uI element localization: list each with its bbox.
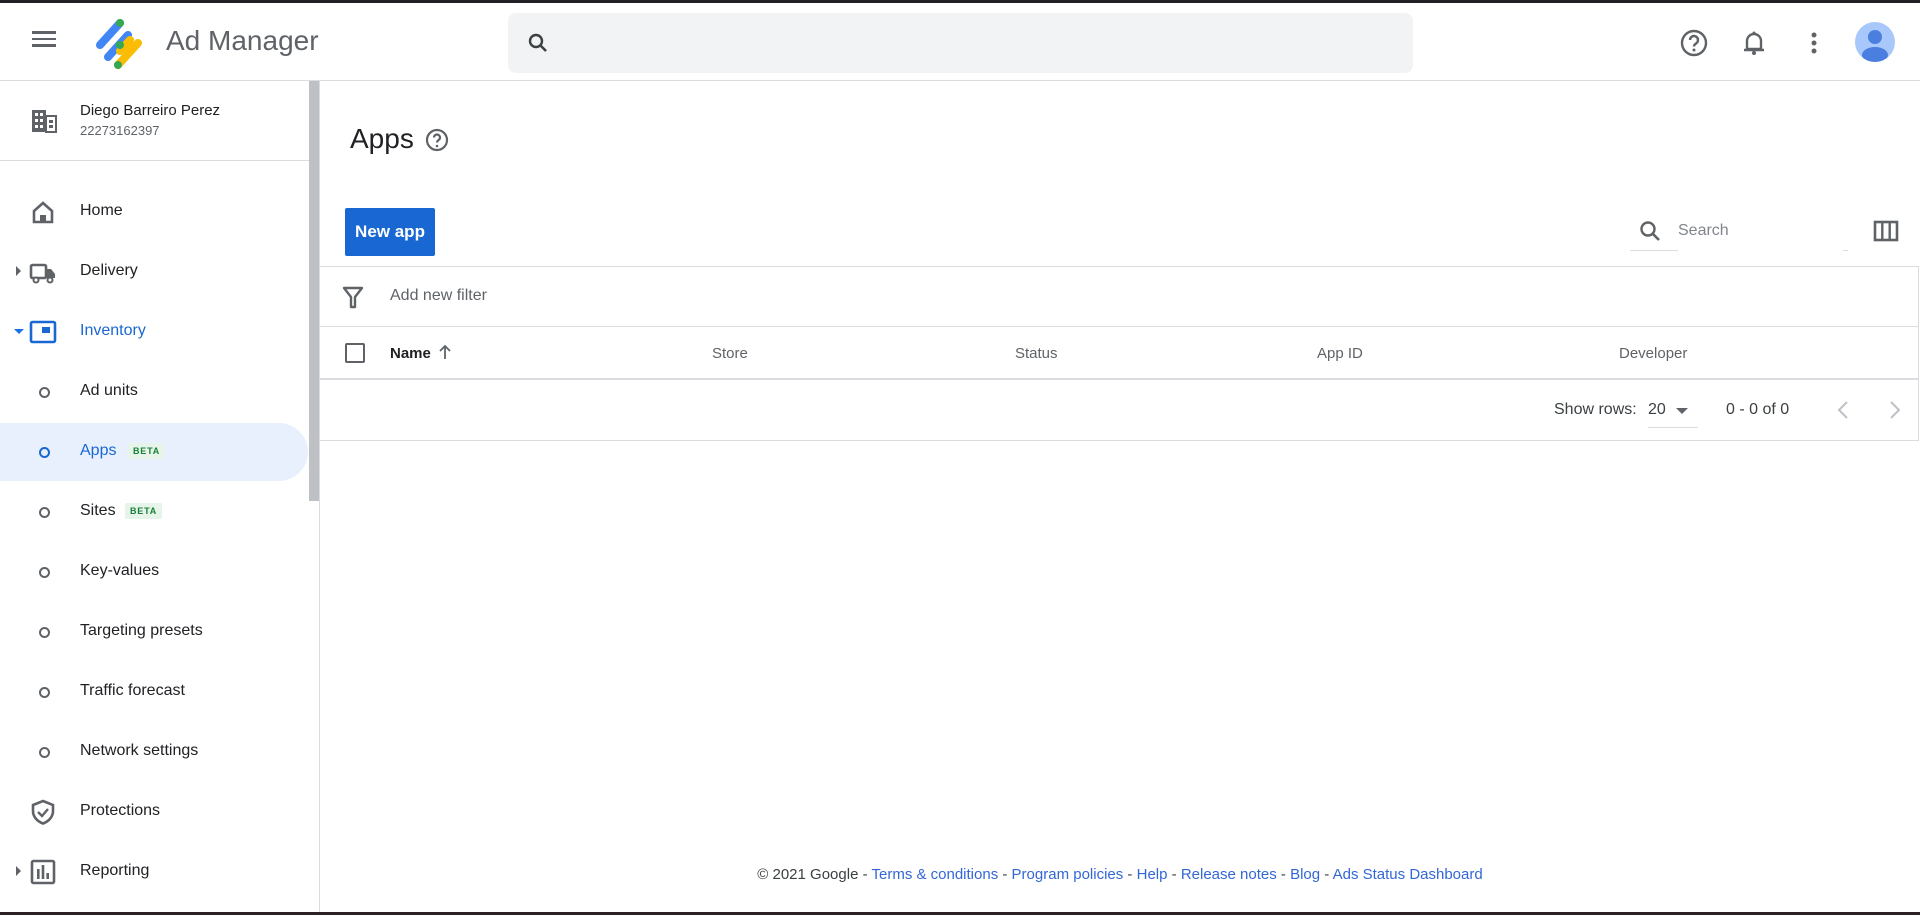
search-icon	[1640, 221, 1660, 241]
menu-icon-line	[32, 37, 56, 40]
add-filter-link[interactable]: Add new filter	[390, 287, 487, 305]
menu-icon-line	[32, 31, 56, 34]
copyright: © 2021 Google	[757, 866, 859, 883]
sidebar-item-delivery[interactable]: Delivery	[0, 243, 308, 301]
sidebar-item-network-settings[interactable]: Network settings	[0, 723, 308, 781]
dropdown-arrow-icon	[1676, 408, 1688, 414]
pagination-bar: Show rows: 20 0 - 0 of 0	[320, 380, 1919, 441]
menu-icon-line	[32, 44, 56, 47]
footer: © 2021 Google - Terms & conditions - Pro…	[757, 866, 1483, 883]
table-header: Name Store Status App ID Developer	[320, 327, 1919, 380]
column-header-status[interactable]: Status	[1015, 345, 1058, 362]
footer-link-ads-status-dashboard[interactable]: Ads Status Dashboard	[1333, 866, 1483, 883]
column-header-app-id[interactable]: App ID	[1317, 345, 1363, 362]
sidebar-item-label: Network settings	[80, 742, 199, 759]
sidebar-item-label: Traffic forecast	[80, 682, 185, 699]
main-content: Apps New app Add new filter Name Store S…	[320, 81, 1920, 915]
search-icon	[528, 33, 547, 52]
ad-manager-logo-icon	[96, 19, 142, 69]
sidebar-item-reporting[interactable]: Reporting	[0, 843, 308, 901]
account-name: Diego Barreiro Perez	[80, 102, 221, 119]
sidebar-item-home[interactable]: Home	[0, 183, 308, 241]
top-app-bar: Ad Manager	[0, 0, 1920, 81]
bullet-icon	[39, 627, 50, 638]
footer-link-blog[interactable]: Blog	[1290, 866, 1320, 883]
expand-caret-icon[interactable]	[16, 266, 21, 276]
person-icon	[1862, 30, 1888, 62]
next-page-button[interactable]	[1880, 396, 1908, 424]
column-header-store[interactable]: Store	[712, 345, 748, 362]
filter-bar[interactable]: Add new filter	[320, 266, 1919, 327]
account-avatar[interactable]	[1855, 22, 1895, 62]
global-search-input[interactable]	[568, 13, 1398, 73]
column-header-developer[interactable]: Developer	[1619, 345, 1687, 362]
sidebar-item-inventory[interactable]: Inventory	[0, 303, 308, 361]
more-vert-icon[interactable]	[1798, 27, 1830, 59]
sidebar-item-key-values[interactable]: Key-values	[0, 543, 308, 601]
building-icon	[32, 110, 57, 133]
rows-per-page-select[interactable]: 20	[1648, 392, 1698, 428]
truck-icon	[29, 263, 55, 284]
sidebar-item-label: Protections	[80, 802, 161, 819]
bullet-icon	[39, 747, 50, 758]
sidebar-item-label: Home	[80, 202, 123, 219]
help-icon[interactable]	[1678, 27, 1710, 59]
sidebar-item-label: Sites	[80, 502, 116, 519]
sidebar-item-apps[interactable]: Apps BETA	[0, 423, 308, 481]
help-icon[interactable]	[424, 127, 450, 153]
beta-badge: BETA	[125, 503, 163, 519]
beta-badge: BETA	[128, 443, 166, 459]
footer-link-help[interactable]: Help	[1137, 866, 1168, 883]
collapse-caret-icon[interactable]	[14, 329, 24, 334]
sidebar-item-traffic-forecast[interactable]: Traffic forecast	[0, 663, 308, 721]
sidebar-item-sites[interactable]: Sites BETA	[0, 483, 308, 541]
sidebar-item-label: Delivery	[80, 262, 138, 279]
view-columns-icon[interactable]	[1873, 219, 1899, 243]
bullet-icon	[39, 567, 50, 578]
footer-link-program-policies[interactable]: Program policies	[1012, 866, 1124, 883]
shield-check-icon	[31, 799, 55, 825]
bullet-icon	[39, 447, 50, 458]
global-search-bar[interactable]	[508, 13, 1413, 73]
show-rows-label: Show rows:	[1554, 401, 1637, 418]
app-name: Ad Manager	[166, 25, 319, 56]
sidebar-item-label: Targeting presets	[80, 622, 203, 639]
table-search[interactable]	[1630, 211, 1848, 251]
sidebar-item-label: Inventory	[80, 322, 146, 339]
main-menu-button[interactable]	[28, 27, 60, 59]
bullet-icon	[39, 687, 50, 698]
sidebar-item-label: Apps	[80, 442, 117, 459]
sidebar: Diego Barreiro Perez 22273162397 Home De…	[0, 81, 320, 915]
notifications-icon[interactable]	[1738, 27, 1770, 59]
home-icon	[32, 201, 54, 224]
bullet-icon	[39, 507, 50, 518]
sidebar-item-label: Ad units	[80, 382, 138, 399]
sidebar-item-protections[interactable]: Protections	[0, 783, 308, 841]
bar-chart-icon	[30, 859, 56, 885]
new-app-button[interactable]: New app	[345, 208, 435, 256]
filter-icon	[342, 286, 364, 309]
footer-link-release-notes[interactable]: Release notes	[1181, 866, 1277, 883]
sidebar-scrollbar[interactable]	[309, 81, 319, 501]
sidebar-item-label: Key-values	[80, 562, 160, 579]
sidebar-item-ad-units[interactable]: Ad units	[0, 363, 308, 421]
account-switcher[interactable]: Diego Barreiro Perez 22273162397	[0, 81, 310, 161]
bullet-icon	[39, 387, 50, 398]
page-range: 0 - 0 of 0	[1726, 401, 1790, 418]
page-title: Apps	[350, 123, 414, 154]
expand-caret-icon[interactable]	[16, 866, 21, 876]
sidebar-item-targeting-presets[interactable]: Targeting presets	[0, 603, 308, 661]
inventory-icon	[29, 320, 57, 344]
account-id: 22273162397	[80, 123, 160, 138]
table-search-input[interactable]	[1678, 211, 1843, 251]
select-all-checkbox[interactable]	[345, 343, 365, 363]
previous-page-button[interactable]	[1830, 396, 1858, 424]
rows-per-page-value: 20	[1648, 401, 1666, 418]
column-header-name[interactable]: Name	[390, 345, 431, 362]
footer-link-terms[interactable]: Terms & conditions	[871, 866, 998, 883]
sort-ascending-icon[interactable]	[437, 343, 453, 361]
sidebar-item-label: Reporting	[80, 862, 150, 879]
